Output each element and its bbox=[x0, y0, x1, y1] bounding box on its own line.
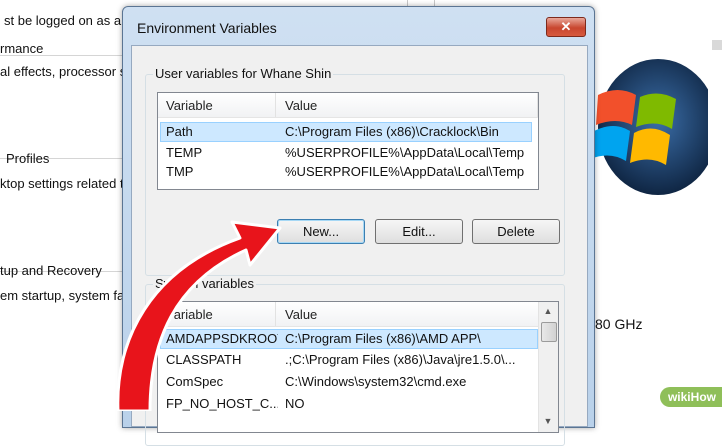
value-cell: %USERPROFILE%\AppData\Local\Temp bbox=[285, 164, 525, 179]
edit-button[interactable]: Edit... bbox=[375, 219, 463, 244]
bg-text-logon: st be logged on as a bbox=[4, 13, 122, 28]
column-separator bbox=[537, 93, 538, 117]
dialog-client-area: User variables for Whane Shin Variable V… bbox=[131, 45, 588, 446]
close-button[interactable]: ✕ bbox=[546, 17, 586, 37]
bg-text-performance: al effects, processor sc bbox=[0, 64, 133, 79]
variable-cell: TMP bbox=[166, 164, 194, 179]
column-header-variable[interactable]: Variable bbox=[166, 307, 213, 322]
table-row[interactable]: TEMP %USERPROFILE%\AppData\Local\Temp bbox=[160, 144, 530, 162]
value-cell: C:\Program Files (x86)\Cracklock\Bin bbox=[285, 124, 499, 139]
dialog-titlebar[interactable]: Environment Variables ✕ bbox=[123, 7, 594, 49]
table-row[interactable]: ComSpec C:\Windows\system32\cmd.exe bbox=[160, 373, 536, 391]
value-cell: NO bbox=[285, 396, 305, 411]
scroll-corner bbox=[712, 40, 722, 50]
table-row[interactable]: Path C:\Program Files (x86)\Cracklock\Bi… bbox=[160, 122, 532, 142]
table-row[interactable]: AMDAPPSDKROOT C:\Program Files (x86)\AMD… bbox=[160, 329, 538, 349]
scroll-up-arrow-icon[interactable]: ▲ bbox=[541, 304, 555, 318]
system-variables-list[interactable]: Variable Value AMDAPPSDKROOT C:\Program … bbox=[157, 301, 559, 433]
column-separator bbox=[275, 302, 276, 326]
column-separator bbox=[275, 93, 276, 117]
new-button[interactable]: New... bbox=[277, 219, 365, 244]
column-header-value[interactable]: Value bbox=[285, 307, 317, 322]
variable-cell: AMDAPPSDKROOT bbox=[166, 331, 278, 346]
user-variables-label: User variables for Whane Shin bbox=[153, 66, 334, 81]
list-header: Variable Value bbox=[158, 93, 538, 118]
processor-speed-text: 80 GHz bbox=[595, 316, 643, 332]
value-cell: C:\Windows\system32\cmd.exe bbox=[285, 374, 467, 389]
bg-heading-startup: tup and Recovery bbox=[0, 263, 102, 278]
bg-heading-profiles: Profiles bbox=[6, 151, 50, 166]
system-variables-label: System variables bbox=[153, 276, 256, 291]
table-row[interactable]: CLASSPATH .;C:\Program Files (x86)\Java\… bbox=[160, 351, 536, 369]
user-variables-list[interactable]: Variable Value Path C:\Program Files (x8… bbox=[157, 92, 539, 190]
table-row[interactable]: FP_NO_HOST_C... NO bbox=[160, 395, 536, 413]
watermark-prefix: wiki bbox=[667, 390, 691, 404]
variable-cell: FP_NO_HOST_C... bbox=[166, 396, 278, 411]
bg-text-profiles: ktop settings related to bbox=[0, 176, 131, 191]
wikihow-watermark: wikiHow bbox=[659, 387, 722, 407]
watermark-suffix: How bbox=[690, 390, 716, 404]
table-row[interactable]: TMP %USERPROFILE%\AppData\Local\Temp bbox=[160, 163, 530, 181]
bg-heading-performance: rmance bbox=[0, 41, 44, 56]
column-header-value[interactable]: Value bbox=[285, 98, 317, 113]
value-cell: %USERPROFILE%\AppData\Local\Temp bbox=[285, 145, 525, 160]
vertical-scrollbar[interactable]: ▲ ▼ bbox=[538, 302, 558, 432]
delete-button[interactable]: Delete bbox=[472, 219, 560, 244]
scroll-down-arrow-icon[interactable]: ▼ bbox=[541, 414, 555, 428]
value-cell: C:\Program Files (x86)\AMD APP\ bbox=[285, 331, 481, 346]
variable-cell: ComSpec bbox=[166, 374, 224, 389]
variable-cell: CLASSPATH bbox=[166, 352, 242, 367]
scrollbar-thumb[interactable] bbox=[541, 322, 557, 342]
value-cell: .;C:\Program Files (x86)\Java\jre1.5.0\.… bbox=[285, 352, 516, 367]
variable-cell: Path bbox=[166, 124, 193, 139]
column-header-variable[interactable]: Variable bbox=[166, 98, 213, 113]
dialog-title: Environment Variables bbox=[137, 20, 277, 36]
windows-logo-icon bbox=[590, 59, 708, 195]
bg-text-startup: em startup, system failu bbox=[0, 288, 138, 303]
environment-variables-dialog: Environment Variables ✕ User variables f… bbox=[122, 6, 595, 446]
list-header: Variable Value bbox=[158, 302, 558, 327]
variable-cell: TEMP bbox=[166, 145, 203, 160]
